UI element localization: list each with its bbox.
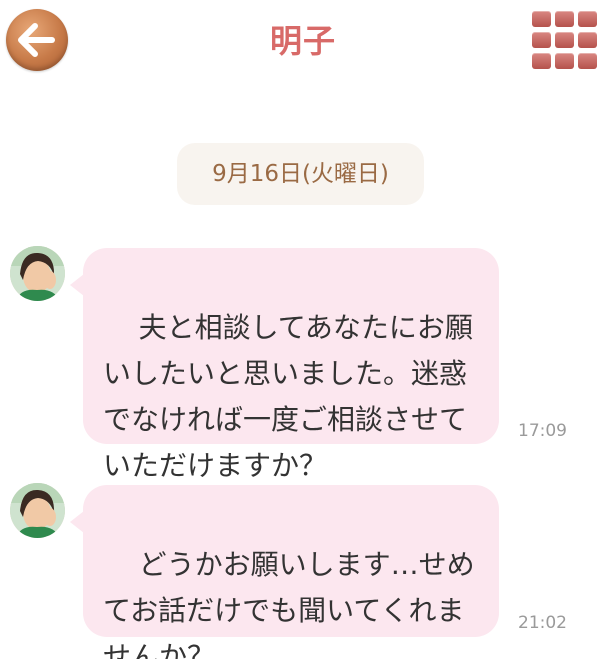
date-separator: 9月16日(火曜日) [177,143,424,205]
message-text: どうかお願いします…せめてお話だけでも聞いてくれませんか？ [103,548,475,659]
message-text: 夫と相談してあなたにお願いしたいと思いました。迷惑でなければ一度ご相談させていた… [103,311,473,482]
avatar[interactable] [10,246,65,301]
message-bubble[interactable]: 夫と相談してあなたにお願いしたいと思いました。迷惑でなければ一度ご相談させていた… [70,248,499,482]
chat-screen: 明子 9月16日(火曜日) 夫と相談してあなたにお願いしたいと思いました。迷惑で… [0,0,606,659]
avatar-photo [10,483,65,538]
avatar-photo [10,246,65,301]
message-bubble[interactable]: どうかお願いします…せめてお話だけでも聞いてくれませんか？ [70,485,499,659]
message-time: 21:02 [518,613,567,633]
chat-title: 明子 [269,22,336,60]
avatar[interactable] [10,483,65,538]
grid-menu-button[interactable] [532,11,598,71]
message-time: 17:09 [518,421,567,441]
